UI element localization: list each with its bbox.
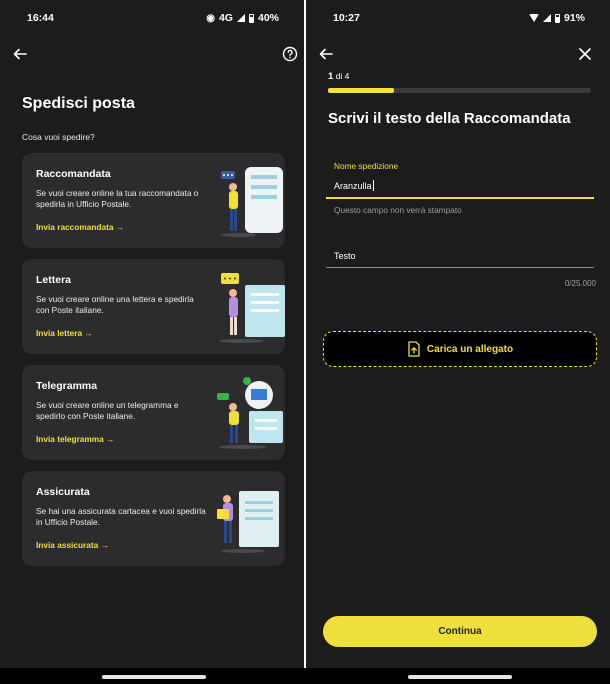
progress-fill (328, 88, 394, 93)
page-subtitle: Cosa vuoi spedire? (22, 132, 95, 142)
card-assicurata[interactable]: Assicurata Se hai una assicurata cartace… (22, 471, 285, 566)
shipment-name-input[interactable]: Aranzulla (334, 180, 374, 191)
card-description: Se vuoi creare online la tua raccomandat… (36, 188, 199, 209)
back-arrow-icon[interactable] (315, 43, 337, 65)
card-description: Se vuoi creare online una lettera e sped… (36, 294, 194, 315)
shipment-name-hint: Questo campo non verrà stampato (334, 205, 462, 215)
send-assicurata-link[interactable]: Invia assicurata → (36, 540, 109, 550)
card-description: Se vuoi creare online un telegramma e sp… (36, 400, 179, 421)
battery-icon (554, 13, 560, 23)
card-title: Telegramma (36, 380, 98, 392)
status-time: 10:27 (333, 12, 360, 24)
gesture-handle[interactable] (408, 675, 512, 679)
close-icon[interactable] (574, 43, 596, 65)
card-description: Se hai una assicurata cartacea e vuoi sp… (36, 506, 206, 527)
text-field-underline (326, 267, 594, 268)
battery-icon (248, 13, 254, 23)
status-time: 16:44 (27, 12, 54, 24)
shipment-name-underline (326, 197, 594, 199)
raccomandata-illustration (221, 167, 283, 237)
signal-icon (542, 14, 551, 22)
back-arrow-icon[interactable] (9, 43, 31, 65)
status-icons: ◉ 4G 40% (206, 12, 279, 24)
wifi-icon (528, 14, 539, 22)
battery-percent: 40% (257, 12, 279, 24)
raccomandata-form-screen: 10:27 91% 1 di 4 Scrivi il testo della R… (306, 0, 610, 668)
eye-icon: ◉ (206, 12, 215, 24)
upload-attachment-button[interactable]: Carica un allegato (323, 331, 597, 367)
card-telegramma[interactable]: Telegramma Se vuoi creare online un tele… (22, 365, 285, 460)
character-counter: 0/25.000 (564, 279, 596, 288)
network-label: 4G (218, 12, 233, 24)
text-caret (372, 180, 374, 191)
continue-button[interactable]: Continua (323, 616, 597, 647)
step-total: di 4 (335, 71, 350, 81)
shipment-name-value: Aranzulla (334, 180, 372, 191)
progress-bar (328, 88, 591, 93)
continue-label: Continua (438, 626, 482, 637)
step-current: 1 (328, 71, 334, 82)
help-icon[interactable] (279, 43, 301, 65)
navigation-bar (0, 668, 610, 684)
step-indicator: 1 di 4 (328, 71, 349, 82)
shipment-name-label: Nome spedizione (334, 161, 399, 171)
signal-icon (236, 14, 245, 22)
send-lettera-link[interactable]: Invia lettera → (36, 328, 93, 338)
status-icons: 91% (528, 12, 585, 24)
page-title: Spedisci posta (22, 95, 135, 112)
send-raccomandata-link[interactable]: Invia raccomandata → (36, 222, 124, 232)
send-mail-screen: 16:44 ◉ 4G 40% Spedisci posta Cosa vuoi … (0, 0, 304, 668)
lettera-illustration (219, 273, 285, 343)
status-bar: 16:44 ◉ 4G 40% (0, 0, 304, 34)
upload-file-icon (408, 341, 420, 357)
assicurata-illustration (217, 491, 279, 553)
gesture-handle[interactable] (102, 675, 206, 679)
upload-attachment-label: Carica un allegato (426, 343, 514, 355)
status-bar: 10:27 91% (306, 0, 610, 34)
page-title: Scrivi il testo della Raccomandata (328, 110, 571, 127)
telegramma-illustration (217, 377, 283, 449)
battery-percent: 91% (563, 12, 585, 24)
card-title: Lettera (36, 274, 72, 286)
card-lettera[interactable]: Lettera Se vuoi creare online una letter… (22, 259, 285, 354)
card-title: Assicurata (36, 486, 90, 498)
text-field[interactable]: Testo (334, 251, 356, 261)
card-title: Raccomandata (36, 168, 111, 180)
card-raccomandata[interactable]: Raccomandata Se vuoi creare online la tu… (22, 153, 285, 248)
send-telegramma-link[interactable]: Invia telegramma → (36, 434, 114, 444)
